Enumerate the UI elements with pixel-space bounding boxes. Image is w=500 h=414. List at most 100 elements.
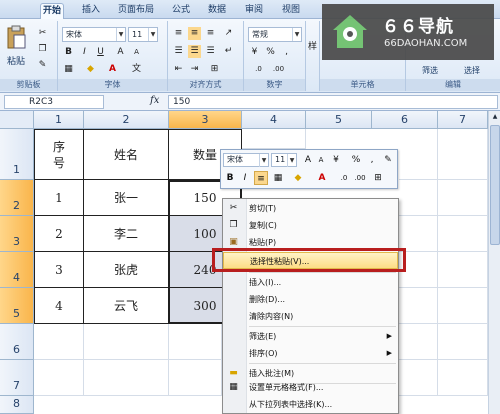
decrease-decimal-icon[interactable]: .00 xyxy=(272,63,285,76)
align-top-icon[interactable]: ≡ xyxy=(172,27,185,40)
paste-button[interactable]: 粘贴 xyxy=(4,25,28,67)
scroll-thumb[interactable] xyxy=(490,125,500,245)
column-header[interactable]: 2 xyxy=(84,111,169,129)
insert-function-icon[interactable]: fx xyxy=(150,95,159,106)
table-cell[interactable]: 张虎 xyxy=(84,252,169,288)
empty-cell[interactable] xyxy=(438,180,488,216)
menu-item-paste-special[interactable]: 选择性粘贴(V)... xyxy=(223,252,398,269)
table-cell[interactable]: 云飞 xyxy=(84,288,169,324)
center-align-icon[interactable]: ≡ xyxy=(254,171,268,185)
header-cell-name[interactable]: 姓名 xyxy=(84,129,169,180)
italic-button[interactable]: I xyxy=(78,46,91,59)
comma-icon[interactable]: , xyxy=(280,46,293,59)
mini-font-name-select[interactable]: 宋体 ▼ xyxy=(223,153,269,167)
empty-cell[interactable] xyxy=(399,324,438,360)
format-painter-icon[interactable]: ✎ xyxy=(36,59,49,72)
fill-color-icon[interactable]: ◆ xyxy=(291,171,305,185)
table-cell[interactable]: 2 xyxy=(34,216,84,252)
menu-item-cut[interactable]: ✂ 剪切(T) xyxy=(223,200,398,217)
currency-format-icon[interactable]: ¥ xyxy=(329,153,343,167)
row-header[interactable]: 7 xyxy=(0,360,34,396)
empty-cell[interactable] xyxy=(84,324,169,360)
font-color-icon[interactable]: A xyxy=(315,171,329,185)
row-header-selected[interactable]: 2 xyxy=(0,180,34,216)
font-color-icon[interactable]: A xyxy=(106,63,119,76)
underline-button[interactable]: U xyxy=(94,46,107,59)
empty-cell[interactable] xyxy=(84,360,169,396)
align-right-icon[interactable]: ☰ xyxy=(204,45,217,58)
align-center-icon[interactable]: ☰ xyxy=(188,45,201,58)
empty-cell[interactable] xyxy=(438,288,488,324)
empty-cell[interactable] xyxy=(169,360,222,396)
column-header[interactable]: 6 xyxy=(372,111,438,129)
column-header[interactable]: 7 xyxy=(438,111,488,129)
column-header[interactable]: 5 xyxy=(306,111,372,129)
tab-view[interactable]: 视图 xyxy=(280,3,302,19)
row-header-selected[interactable]: 4 xyxy=(0,252,34,288)
mini-bold-button[interactable]: B xyxy=(223,171,237,185)
table-cell[interactable]: 1 xyxy=(34,180,84,216)
name-box[interactable]: R2C3 xyxy=(4,95,104,109)
align-bottom-icon[interactable]: ≡ xyxy=(204,27,217,40)
percent-style-button[interactable]: % xyxy=(349,153,363,167)
tab-insert[interactable]: 插入 xyxy=(80,3,102,19)
menu-item-filter[interactable]: 筛选(E) ▶ xyxy=(223,328,398,345)
row-header[interactable]: 8 xyxy=(0,396,34,414)
tab-review[interactable]: 审阅 xyxy=(243,3,265,19)
menu-item-sort[interactable]: 排序(O) ▶ xyxy=(223,345,398,362)
table-cell[interactable]: 4 xyxy=(34,288,84,324)
empty-cell[interactable] xyxy=(399,216,438,252)
vertical-scrollbar[interactable]: ▲ xyxy=(488,111,500,414)
decrease-decimal-icon[interactable]: .00 xyxy=(353,171,367,185)
font-name-select[interactable]: 宋体 ▼ xyxy=(62,27,126,42)
borders-icon[interactable]: ▦ xyxy=(271,171,285,185)
currency-icon[interactable]: ¥ xyxy=(248,46,261,59)
empty-cell[interactable] xyxy=(399,288,438,324)
decrease-font-icon[interactable]: A xyxy=(130,46,143,59)
chevron-down-icon[interactable]: ▼ xyxy=(116,28,125,41)
menu-item-paste[interactable]: ▣ 粘贴(P) xyxy=(223,234,398,251)
column-header[interactable]: 1 xyxy=(34,111,84,129)
chevron-down-icon[interactable]: ▼ xyxy=(148,28,157,41)
menu-item-insert[interactable]: 插入(I)... xyxy=(223,274,398,291)
menu-item-copy[interactable]: ❐ 复制(C) xyxy=(223,217,398,234)
mini-font-size-select[interactable]: 11 ▼ xyxy=(271,153,297,167)
column-header-selected[interactable]: 3 xyxy=(169,111,242,129)
grow-font-icon[interactable]: A xyxy=(301,153,315,167)
increase-decimal-icon[interactable]: .0 xyxy=(337,171,351,185)
menu-item-clear-contents[interactable]: 清除内容(N) xyxy=(223,308,398,325)
merge-center-icon[interactable]: ⊞ xyxy=(208,63,221,76)
align-left-icon[interactable]: ☰ xyxy=(172,45,185,58)
chevron-down-icon[interactable]: ▼ xyxy=(292,28,301,41)
tab-page-layout[interactable]: 页面布局 xyxy=(116,3,156,19)
phonetic-icon[interactable]: 文 xyxy=(130,63,143,76)
orientation-icon[interactable]: ↗ xyxy=(222,27,235,40)
merge-cells-icon[interactable]: ⊞ xyxy=(371,171,385,185)
increase-indent-icon[interactable]: ⇥ xyxy=(188,63,201,76)
header-cell-index[interactable]: 序 号 xyxy=(34,129,84,180)
comma-style-button[interactable]: , xyxy=(365,153,379,167)
chevron-down-icon[interactable]: ▼ xyxy=(259,154,268,167)
empty-cell[interactable] xyxy=(399,252,438,288)
wrap-text-icon[interactable]: ↵ xyxy=(222,45,235,58)
decrease-indent-icon[interactable]: ⇤ xyxy=(172,63,185,76)
number-format-select[interactable]: 常规 ▼ xyxy=(248,27,302,42)
font-size-select[interactable]: 11 ▼ xyxy=(128,27,158,42)
increase-decimal-icon[interactable]: .0 xyxy=(252,63,265,76)
menu-item-format-cells[interactable]: ▦ 设置单元格格式(F)... xyxy=(223,379,398,396)
fill-color-icon[interactable]: ◆ xyxy=(84,63,97,76)
scroll-up-icon[interactable]: ▲ xyxy=(490,112,500,122)
empty-cell[interactable] xyxy=(438,360,488,396)
empty-cell[interactable] xyxy=(438,252,488,288)
tab-home[interactable]: 开始 xyxy=(40,3,65,19)
formula-input[interactable]: 150 xyxy=(168,95,498,109)
shrink-font-icon[interactable]: A xyxy=(314,153,328,167)
empty-cell[interactable] xyxy=(169,324,222,360)
increase-font-icon[interactable]: A xyxy=(114,46,127,59)
sort-filter-button[interactable]: 筛选 xyxy=(410,65,450,76)
menu-item-delete[interactable]: 删除(D)... xyxy=(223,291,398,308)
table-cell[interactable]: 张一 xyxy=(84,180,169,216)
align-middle-icon[interactable]: ≡ xyxy=(188,27,201,40)
empty-cell[interactable] xyxy=(242,129,306,149)
tab-formulas[interactable]: 公式 xyxy=(170,3,192,19)
